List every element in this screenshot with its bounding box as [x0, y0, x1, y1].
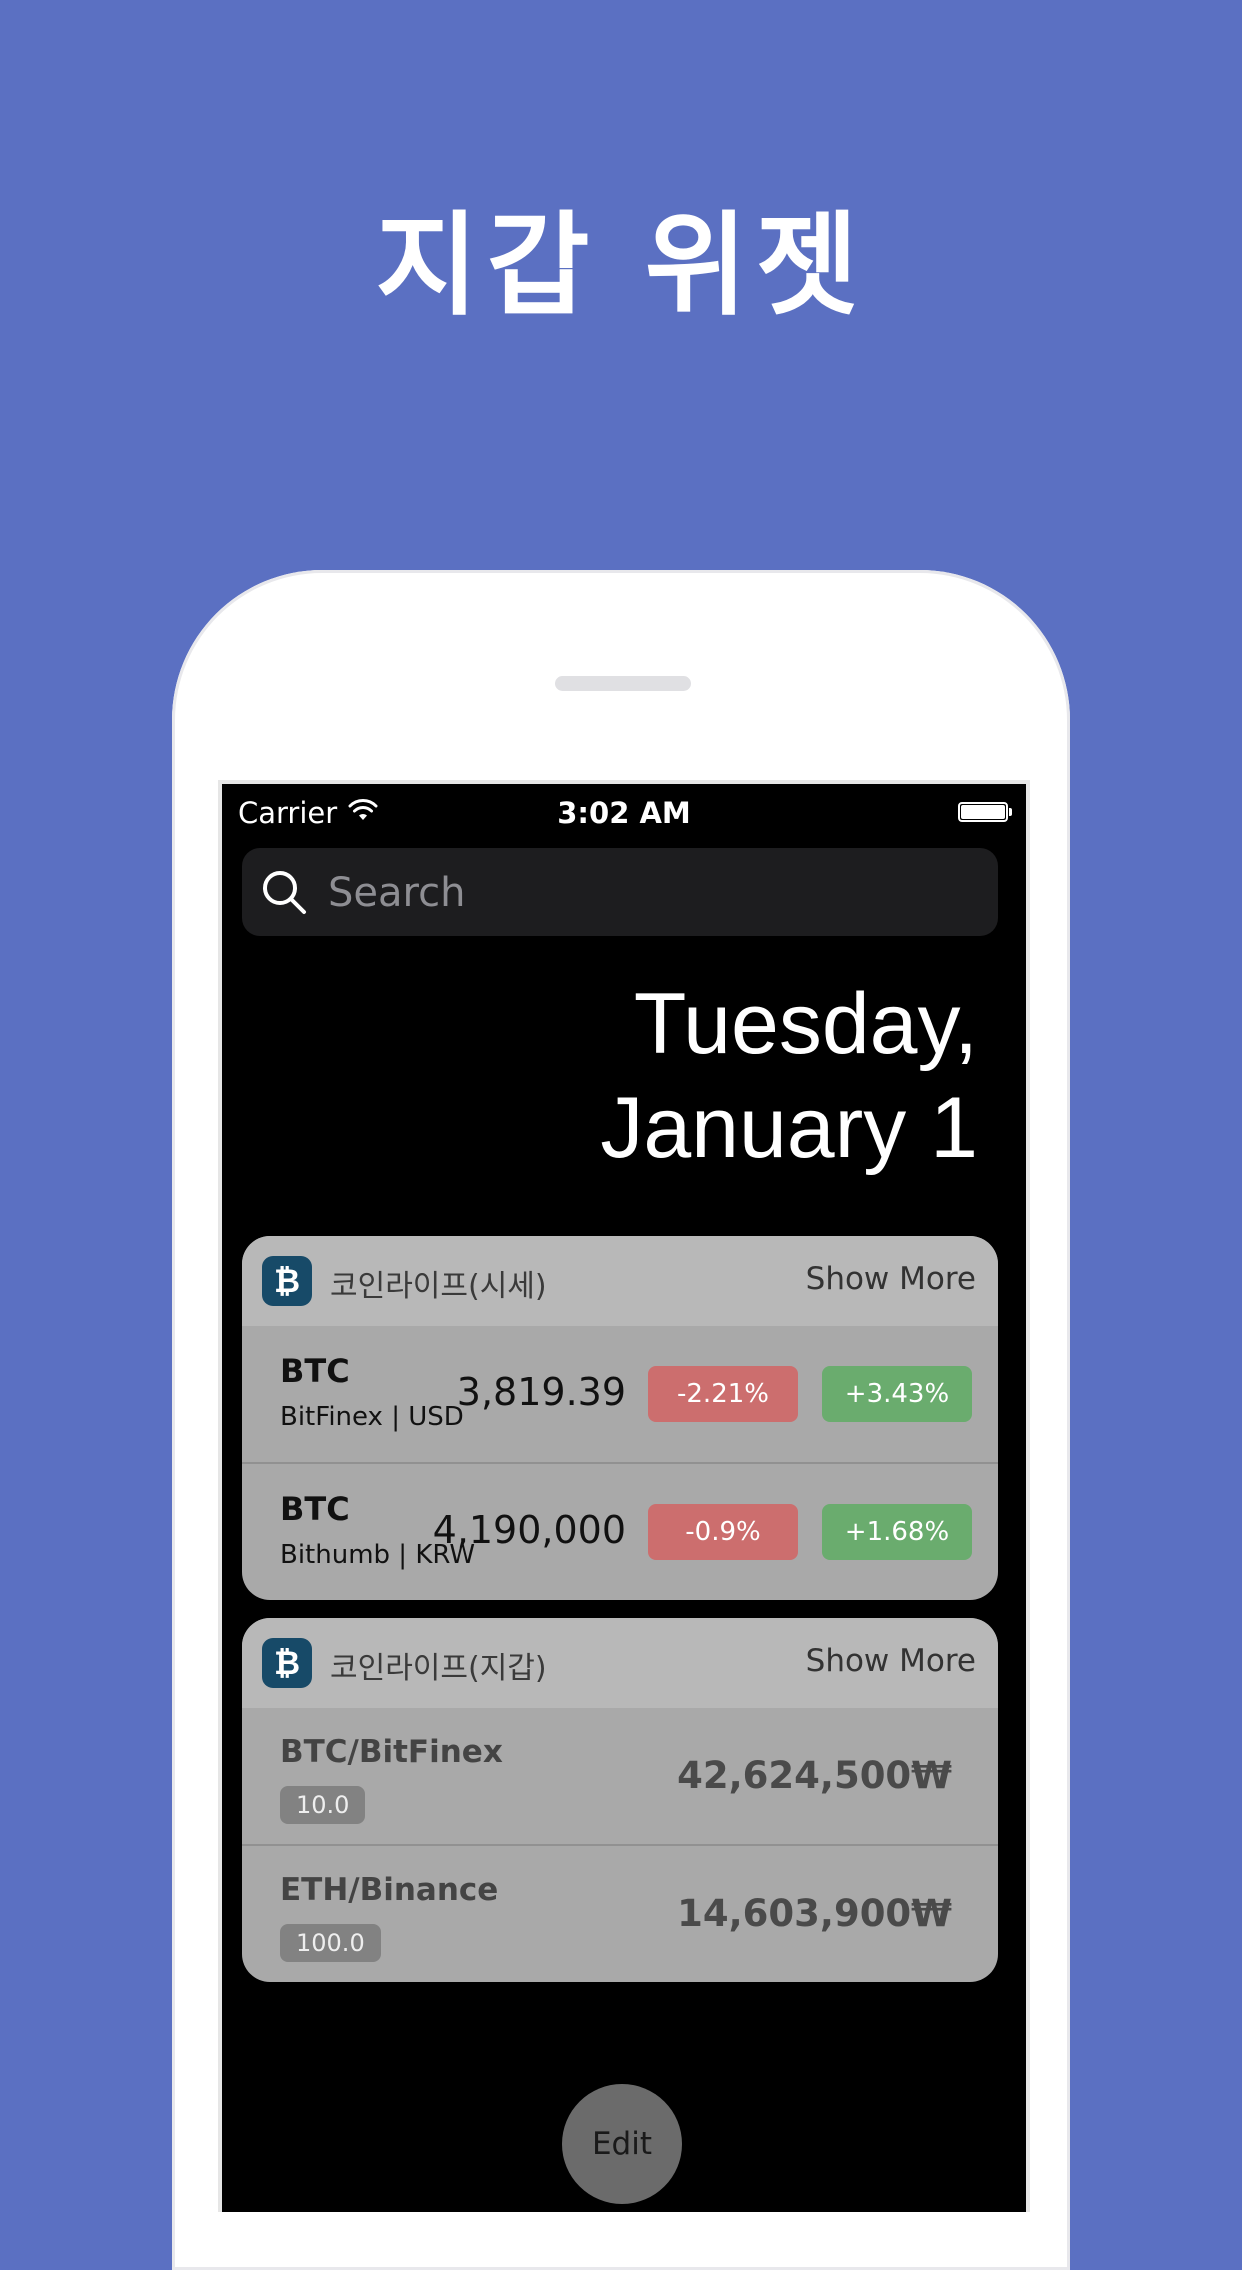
- bitcoin-icon: ₿: [262, 1256, 312, 1306]
- page-headline: 지갑 위젯: [375, 201, 867, 331]
- search-icon: [263, 871, 306, 914]
- price-show-more-button[interactable]: Show More: [806, 1261, 976, 1297]
- status-time: 3:02 AM: [557, 796, 691, 830]
- change-positive-badge: +3.43%: [822, 1366, 972, 1422]
- change-positive-badge: +1.68%: [822, 1504, 972, 1560]
- search-input[interactable]: [326, 862, 970, 924]
- search-bar[interactable]: [242, 848, 998, 936]
- wallet-pair: BTC/BitFinex: [280, 1734, 503, 1770]
- coin-name: BTC: [280, 1352, 350, 1390]
- price-row[interactable]: BTC Bithumb | KRW 4,190,000 -0.9% +1.68%: [242, 1462, 998, 1600]
- price-widget: ₿ 코인라이프(시세) Show More BTC BitFinex | USD…: [242, 1236, 998, 1600]
- wallet-value: 42,624,500₩: [677, 1754, 952, 1797]
- coin-market: BitFinex | USD: [280, 1402, 464, 1432]
- wallet-row[interactable]: BTC/BitFinex 10.0 42,624,500₩: [242, 1708, 998, 1844]
- wallet-row[interactable]: ETH/Binance 100.0 14,603,900₩: [242, 1844, 998, 1982]
- coin-price: 3,819.39: [456, 1370, 626, 1414]
- phone-screen: Carrier 3:02 AM Tuesday, January 1 ₿: [218, 780, 1030, 2212]
- change-negative-badge: -2.21%: [648, 1366, 798, 1422]
- change-negative-badge: -0.9%: [648, 1504, 798, 1560]
- wallet-widget: ₿ 코인라이프(지갑) Show More BTC/BitFinex 10.0 …: [242, 1618, 998, 1982]
- price-row[interactable]: BTC BitFinex | USD 3,819.39 -2.21% +3.43…: [242, 1326, 998, 1462]
- coin-price: 4,190,000: [432, 1508, 626, 1552]
- battery-icon: [958, 802, 1012, 824]
- wallet-show-more-button[interactable]: Show More: [806, 1643, 976, 1679]
- date-weekday: Tuesday,: [633, 976, 978, 1072]
- wallet-widget-header: ₿ 코인라이프(지갑) Show More: [242, 1618, 998, 1708]
- status-bar: Carrier 3:02 AM: [222, 784, 1026, 840]
- wallet-quantity-badge: 100.0: [280, 1924, 381, 1962]
- bitcoin-icon: ₿: [262, 1638, 312, 1688]
- phone-speaker: [555, 676, 691, 691]
- wallet-value: 14,603,900₩: [677, 1892, 952, 1935]
- wallet-widget-title: 코인라이프(지갑): [330, 1651, 547, 1686]
- date-display: Tuesday, January 1: [600, 972, 978, 1180]
- date-day: January 1: [600, 1080, 978, 1176]
- edit-button[interactable]: Edit: [562, 2084, 682, 2204]
- coin-name: BTC: [280, 1490, 350, 1528]
- price-widget-title: 코인라이프(시세): [330, 1269, 547, 1304]
- price-widget-header: ₿ 코인라이프(시세) Show More: [242, 1236, 998, 1326]
- wallet-quantity-badge: 10.0: [280, 1786, 366, 1824]
- wallet-pair: ETH/Binance: [280, 1872, 499, 1908]
